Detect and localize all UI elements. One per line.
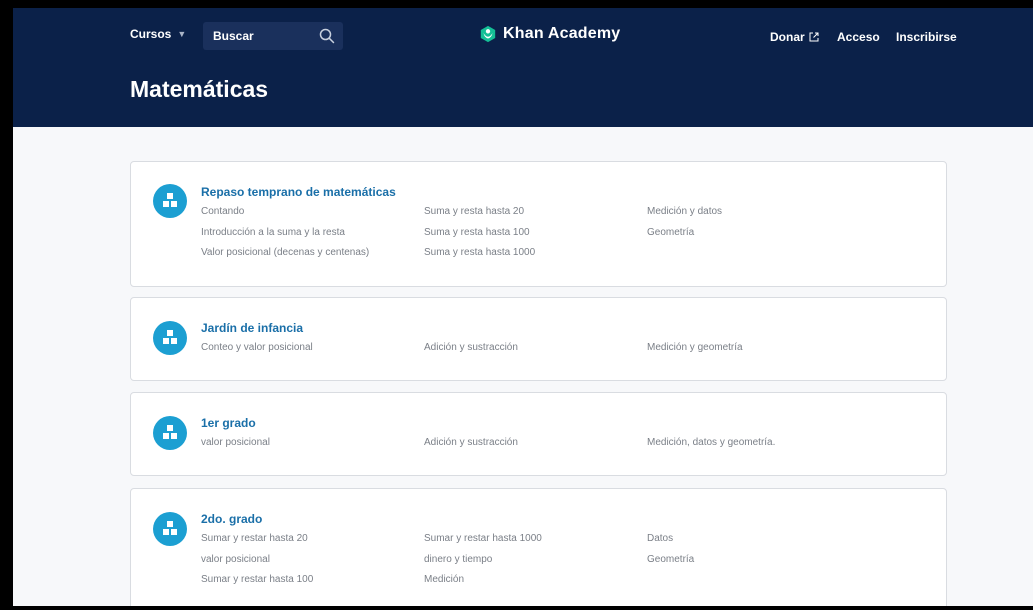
- cubes-icon: [163, 521, 177, 535]
- course-cubes-icon: [153, 184, 187, 218]
- unit-link[interactable]: Medición y geometría: [647, 342, 743, 353]
- unit-link[interactable]: Introducción a la suma y la resta: [201, 227, 345, 238]
- donate-label: Donar: [770, 30, 805, 44]
- external-link-icon: [809, 32, 819, 42]
- cubes-icon: [163, 193, 177, 207]
- course-card-kindergarten: Jardín de infancia Conteo y valor posici…: [130, 297, 947, 381]
- unit-link[interactable]: Adición y sustracción: [424, 437, 518, 448]
- courses-menu[interactable]: Cursos ▼: [130, 27, 186, 41]
- search-input[interactable]: [211, 28, 315, 44]
- unit-link[interactable]: Suma y resta hasta 20: [424, 206, 524, 217]
- course-cubes-icon: [153, 416, 187, 450]
- course-title[interactable]: Repaso temprano de matemáticas: [201, 185, 396, 199]
- unit-link[interactable]: Datos: [647, 533, 673, 544]
- search-icon[interactable]: [319, 28, 335, 44]
- unit-link[interactable]: Valor posicional (decenas y centenas): [201, 247, 369, 258]
- search-box[interactable]: [203, 22, 343, 50]
- page-title: Matemáticas: [130, 76, 269, 102]
- unit-link[interactable]: Sumar y restar hasta 100: [201, 574, 313, 585]
- unit-link[interactable]: valor posicional: [201, 437, 270, 448]
- course-title[interactable]: 2do. grado: [201, 512, 262, 526]
- donate-link[interactable]: Donar: [770, 30, 819, 44]
- course-cubes-icon: [153, 512, 187, 546]
- unit-link[interactable]: dinero y tiempo: [424, 554, 492, 565]
- courses-label: Cursos: [130, 27, 172, 41]
- unit-link[interactable]: Geometría: [647, 227, 694, 238]
- page-header: Matemáticas: [13, 58, 1033, 127]
- unit-link[interactable]: Geometría: [647, 554, 694, 565]
- unit-link[interactable]: Sumar y restar hasta 1000: [424, 533, 542, 544]
- unit-link[interactable]: Medición, datos y geometría.: [647, 437, 775, 448]
- course-cubes-icon: [153, 321, 187, 355]
- chevron-down-icon: ▼: [177, 29, 187, 39]
- course-card-early-math: Repaso temprano de matemáticas Contando …: [130, 161, 947, 287]
- browser-viewport: Cursos ▼ Khan Academy Donar: [13, 8, 1033, 606]
- unit-link[interactable]: Contando: [201, 206, 244, 217]
- unit-link[interactable]: Medición: [424, 574, 464, 585]
- course-card-1st-grade: 1er grado valor posicional Adición y sus…: [130, 392, 947, 476]
- top-navigation: Cursos ▼ Khan Academy Donar: [13, 8, 1033, 59]
- cubes-icon: [163, 425, 177, 439]
- login-link[interactable]: Acceso: [837, 30, 880, 44]
- unit-link[interactable]: Medición y datos: [647, 206, 722, 217]
- unit-link[interactable]: Sumar y restar hasta 20: [201, 533, 308, 544]
- unit-link[interactable]: Suma y resta hasta 1000: [424, 247, 535, 258]
- unit-link[interactable]: Adición y sustracción: [424, 342, 518, 353]
- logo-text: Khan Academy: [503, 25, 621, 42]
- khan-academy-logo[interactable]: Khan Academy: [479, 25, 620, 43]
- unit-link[interactable]: valor posicional: [201, 554, 270, 565]
- unit-link[interactable]: Suma y resta hasta 100: [424, 227, 530, 238]
- unit-link[interactable]: Conteo y valor posicional: [201, 342, 313, 353]
- khan-leaf-icon: [480, 25, 496, 43]
- course-card-2nd-grade: 2do. grado Sumar y restar hasta 20 valor…: [130, 488, 947, 606]
- signup-link[interactable]: Inscribirse: [896, 30, 957, 44]
- course-title[interactable]: Jardín de infancia: [201, 321, 303, 335]
- cubes-icon: [163, 330, 177, 344]
- course-title[interactable]: 1er grado: [201, 416, 256, 430]
